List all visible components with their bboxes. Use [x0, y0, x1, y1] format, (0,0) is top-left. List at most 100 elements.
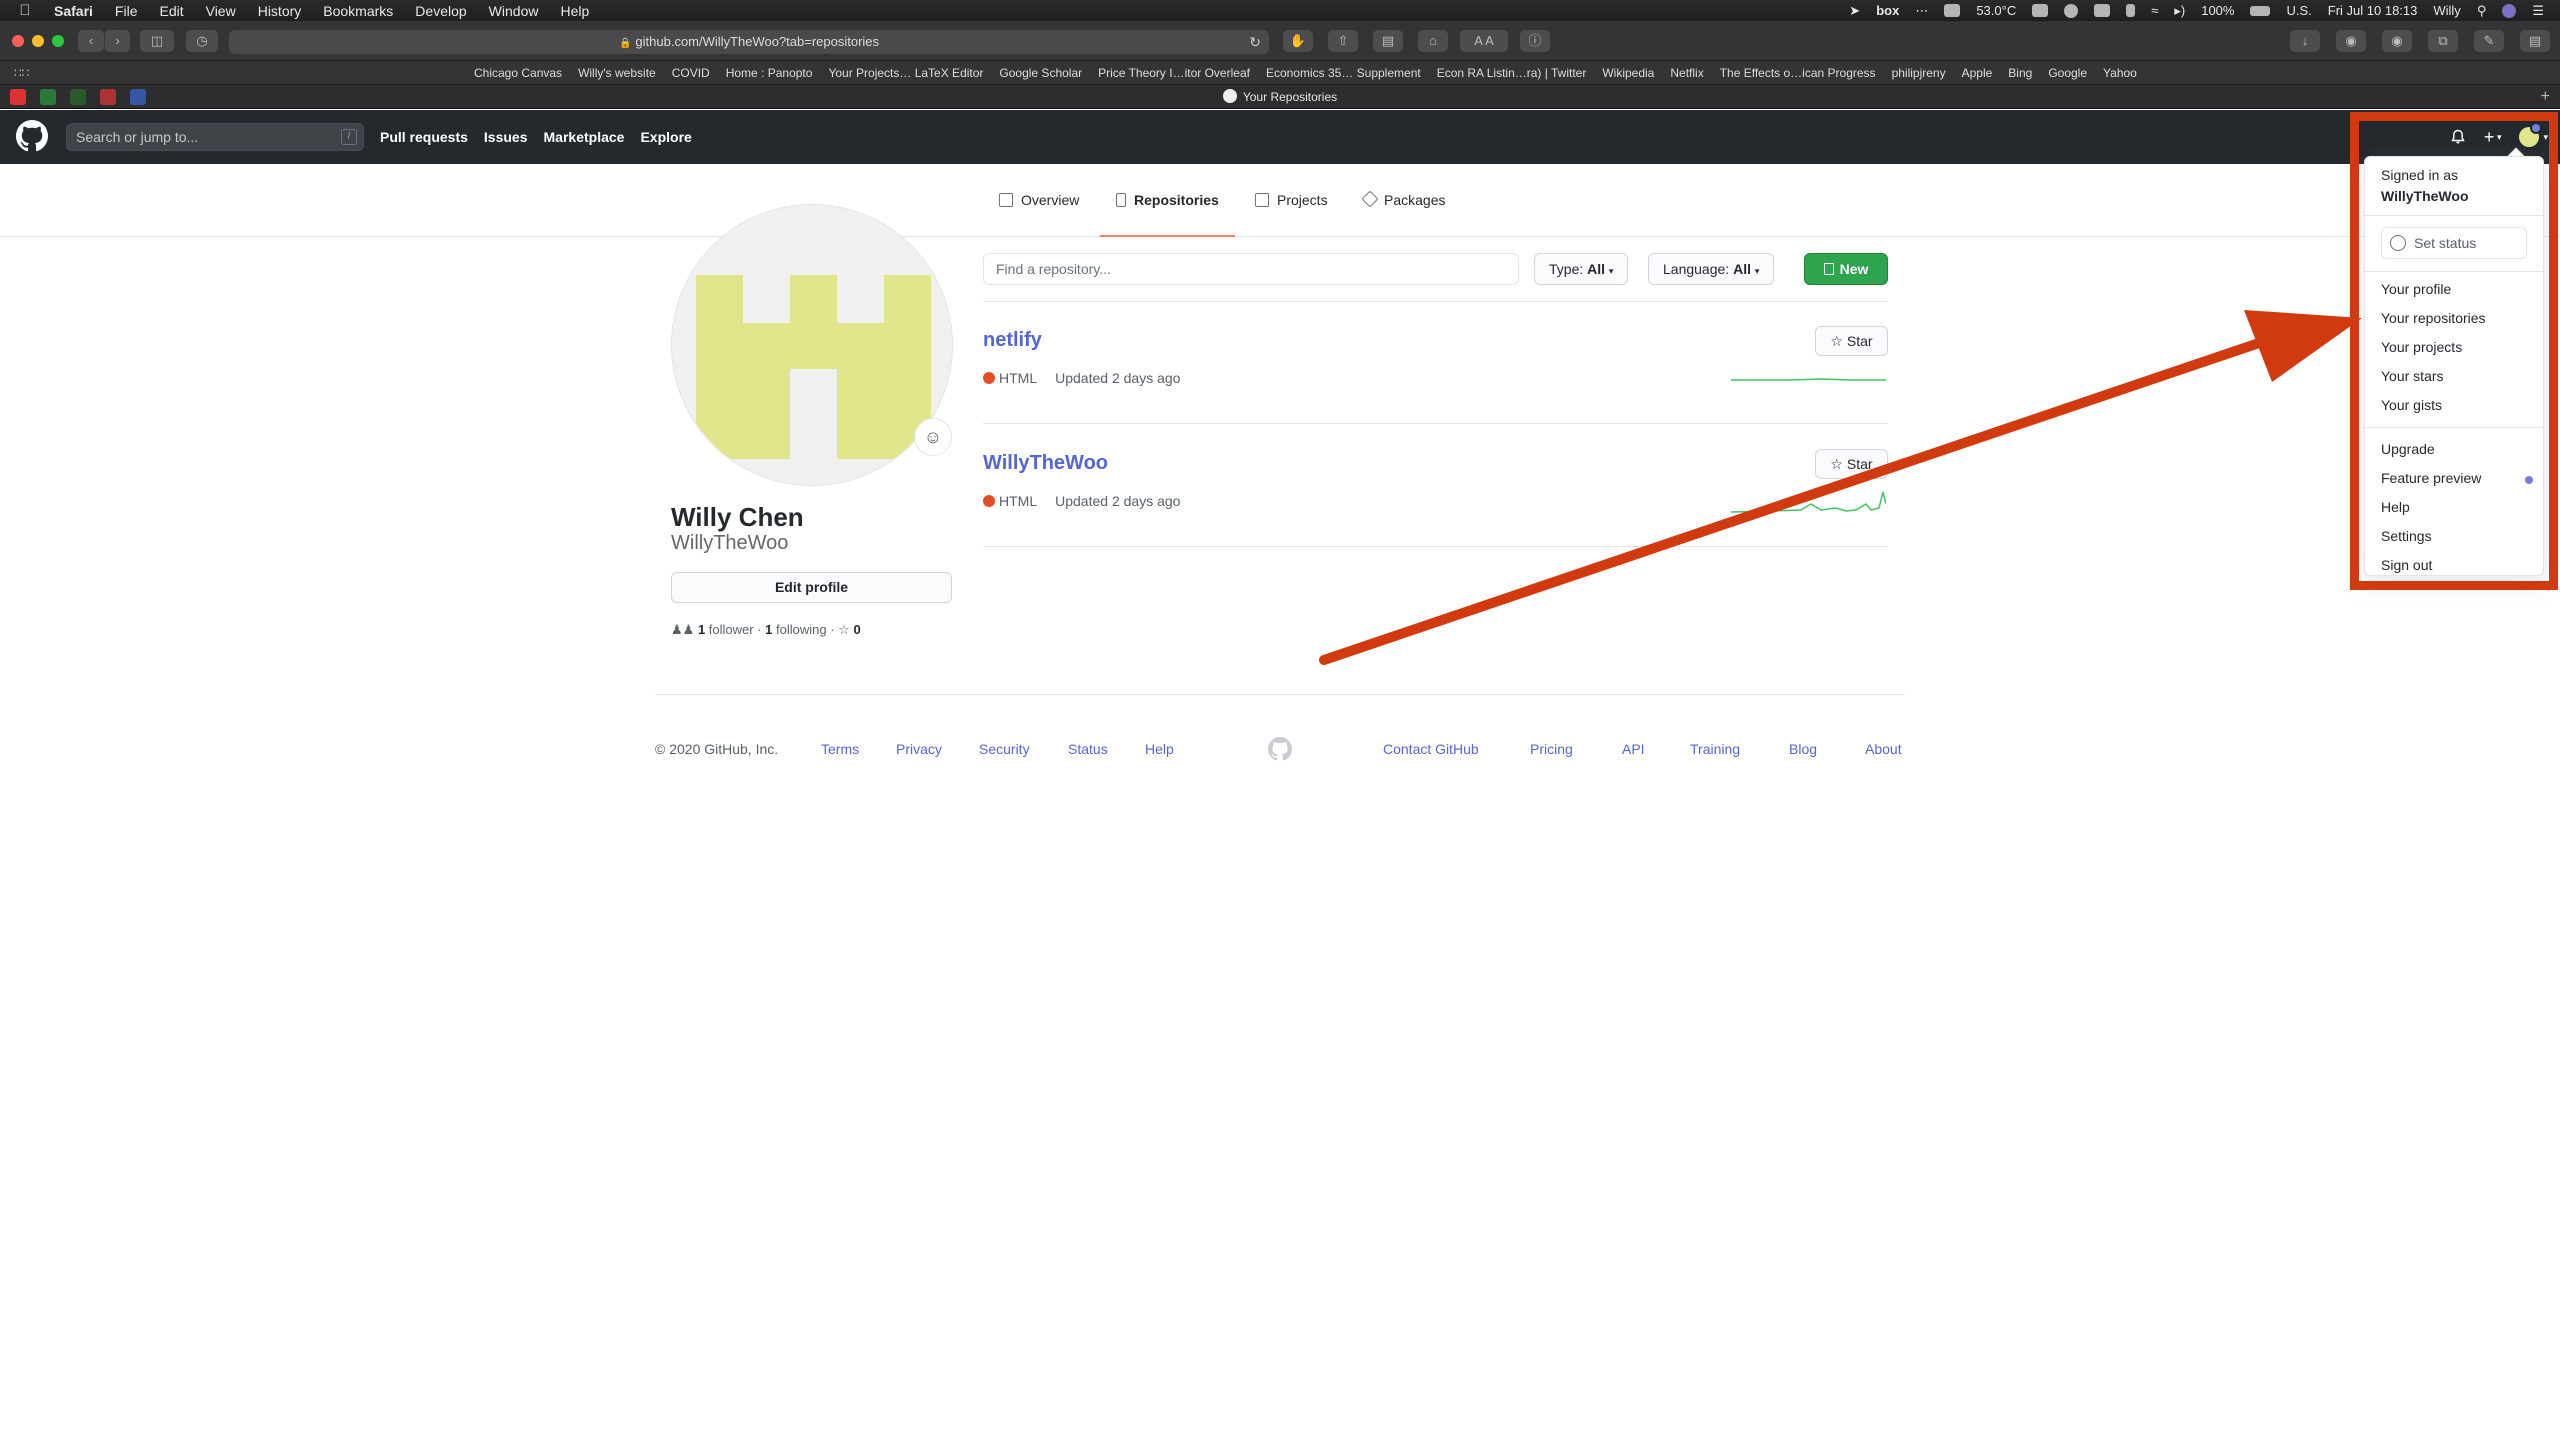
stars-count[interactable]: 0 — [853, 622, 860, 637]
history-button[interactable]: ◷ — [186, 30, 218, 52]
display-icon[interactable] — [2032, 4, 2049, 17]
zoom-window-button[interactable] — [52, 35, 64, 47]
active-tab[interactable]: Your Repositories — [0, 85, 2560, 109]
menu-bookmarks[interactable]: Bookmarks — [323, 3, 393, 19]
time-machine-icon[interactable] — [2064, 3, 2079, 18]
spotlight-icon[interactable]: ⚲ — [2477, 3, 2487, 19]
nav-pull-requests[interactable]: Pull requests — [380, 129, 468, 145]
menu-view[interactable]: View — [206, 3, 236, 19]
nav-explore[interactable]: Explore — [640, 129, 691, 145]
tab-overview[interactable]: Overview — [999, 192, 1079, 237]
extension-button-2[interactable]: ◉ — [2336, 30, 2366, 52]
bookmark-item[interactable]: philipjreny — [1892, 66, 1946, 80]
bookmark-item[interactable]: Bing — [2008, 66, 2032, 80]
type-filter-dropdown[interactable]: Type: All ▾ — [1534, 253, 1629, 285]
bookmark-item[interactable]: Wikipedia — [1602, 66, 1654, 80]
star-button[interactable]: ☆ Star — [1815, 449, 1888, 479]
downloads-button[interactable]: ↓ — [2290, 30, 2320, 52]
menu-develop[interactable]: Develop — [415, 3, 466, 19]
grid-icon[interactable]: ∷∷ — [14, 67, 30, 79]
close-window-button[interactable] — [12, 35, 24, 47]
menu-safari[interactable]: Safari — [54, 3, 93, 19]
bookmark-item[interactable]: Price Theory I…itor Overleaf — [1098, 66, 1250, 80]
footer-link-contact[interactable]: Contact GitHub — [1383, 741, 1479, 757]
repo-link-willythewoo[interactable]: WillyTheWoo — [983, 452, 1108, 475]
extension-button-3[interactable]: ◉ — [2382, 30, 2412, 52]
bookmark-item[interactable]: The Effects o…ican Progress — [1720, 66, 1876, 80]
bookmark-item[interactable]: Yahoo — [2103, 66, 2137, 80]
address-bar[interactable]: 🔒 github.com/WillyTheWoo?tab=repositories… — [229, 30, 1269, 54]
followers-count[interactable]: 1 — [698, 622, 705, 637]
apple-menu-icon[interactable]:  — [18, 2, 32, 19]
nav-issues[interactable]: Issues — [484, 129, 528, 145]
bookmark-item[interactable]: COVID — [672, 66, 710, 80]
tab-repositories[interactable]: Repositories — [1100, 192, 1235, 237]
star-icon[interactable]: ☆ — [838, 622, 850, 637]
github-search-input[interactable]: Search or jump to... / — [66, 123, 364, 151]
tab-overview-button[interactable]: ⧉ — [2428, 30, 2458, 52]
bookmark-item[interactable]: Chicago Canvas — [474, 66, 562, 80]
bookmark-item[interactable]: Economics 35… Supplement — [1266, 66, 1421, 80]
bookmark-item[interactable]: Google — [2048, 66, 2087, 80]
repo-link-netlify[interactable]: netlify — [983, 329, 1042, 352]
footer-link-pricing[interactable]: Pricing — [1530, 741, 1573, 757]
bookmark-item[interactable]: Willy's website — [578, 66, 656, 80]
text-size-button[interactable]: A A — [1460, 30, 1508, 52]
nav-marketplace[interactable]: Marketplace — [544, 129, 625, 145]
footer-link-api[interactable]: API — [1622, 741, 1645, 757]
following-label[interactable]: following — [776, 622, 827, 637]
menu-edit[interactable]: Edit — [159, 3, 183, 19]
footer-link-status[interactable]: Status — [1068, 741, 1108, 757]
extension-button-1[interactable]: ✋ — [1283, 30, 1313, 52]
set-status-smiley-button[interactable]: ☺ — [914, 418, 952, 456]
forward-button[interactable]: › — [104, 30, 130, 52]
user-menu-name[interactable]: Willy — [2433, 3, 2460, 18]
bookmark-item[interactable]: Econ RA Listin…ra) | Twitter — [1437, 66, 1587, 80]
menu-help[interactable]: Help — [560, 3, 589, 19]
location-icon[interactable]: ➤ — [1849, 3, 1860, 19]
github-logo-icon[interactable] — [16, 120, 48, 152]
new-repository-button[interactable]: New — [1804, 253, 1888, 285]
bookmark-item[interactable]: Google Scholar — [999, 66, 1082, 80]
battery-readout[interactable]: 100% — [2201, 3, 2234, 18]
minimize-window-button[interactable] — [32, 35, 44, 47]
profile-avatar[interactable] — [671, 204, 953, 486]
reader-button[interactable]: ▤ — [1373, 30, 1403, 52]
bookmark-item[interactable]: Your Projects… LaTeX Editor — [828, 66, 983, 80]
bluetooth-icon[interactable] — [2126, 4, 2136, 17]
back-button[interactable]: ‹ — [78, 30, 104, 52]
input-source[interactable]: U.S. — [2286, 3, 2311, 18]
compose-button[interactable]: ✎ — [2474, 30, 2504, 52]
find-repository-input[interactable]: Find a repository... — [983, 253, 1519, 285]
wifi-icon[interactable]: ≈ — [2151, 3, 2158, 18]
new-tab-button[interactable]: + — [2541, 85, 2550, 109]
reload-icon[interactable]: ↻ — [1249, 30, 1261, 54]
notification-center-icon[interactable]: ☰ — [2532, 3, 2544, 19]
home-button[interactable]: ⌂ — [1418, 30, 1448, 52]
menu-window[interactable]: Window — [489, 3, 539, 19]
info-button[interactable]: ⓘ — [1520, 30, 1550, 52]
airplay-icon[interactable] — [2094, 4, 2111, 17]
footer-link-security[interactable]: Security — [979, 741, 1030, 757]
tab-packages[interactable]: Packages — [1361, 190, 1445, 237]
more-tools-button[interactable]: ▤ — [2520, 30, 2550, 52]
temperature-readout[interactable]: 53.0°C — [1976, 3, 2016, 18]
tab-projects[interactable]: Projects — [1255, 192, 1328, 237]
star-button[interactable]: ☆ Star — [1815, 326, 1888, 356]
sidebar-toggle-button[interactable]: ◫ — [140, 30, 174, 52]
following-count[interactable]: 1 — [765, 622, 772, 637]
footer-link-help[interactable]: Help — [1145, 741, 1174, 757]
language-filter-dropdown[interactable]: Language: All ▾ — [1648, 253, 1775, 285]
footer-link-blog[interactable]: Blog — [1789, 741, 1817, 757]
battery-icon[interactable] — [2250, 5, 2271, 16]
box-status-item[interactable]: box — [1876, 3, 1899, 18]
volume-icon[interactable]: ▸) — [2174, 3, 2185, 19]
menu-history[interactable]: History — [258, 3, 302, 19]
bookmark-item[interactable]: Home : Panopto — [726, 66, 813, 80]
footer-link-training[interactable]: Training — [1690, 741, 1740, 757]
footer-link-terms[interactable]: Terms — [821, 741, 859, 757]
footer-link-about[interactable]: About — [1865, 741, 1902, 757]
edit-profile-button[interactable]: Edit profile — [671, 572, 952, 603]
share-button[interactable]: ⇧ — [1328, 30, 1358, 52]
clock[interactable]: Fri Jul 10 18:13 — [2328, 3, 2418, 18]
